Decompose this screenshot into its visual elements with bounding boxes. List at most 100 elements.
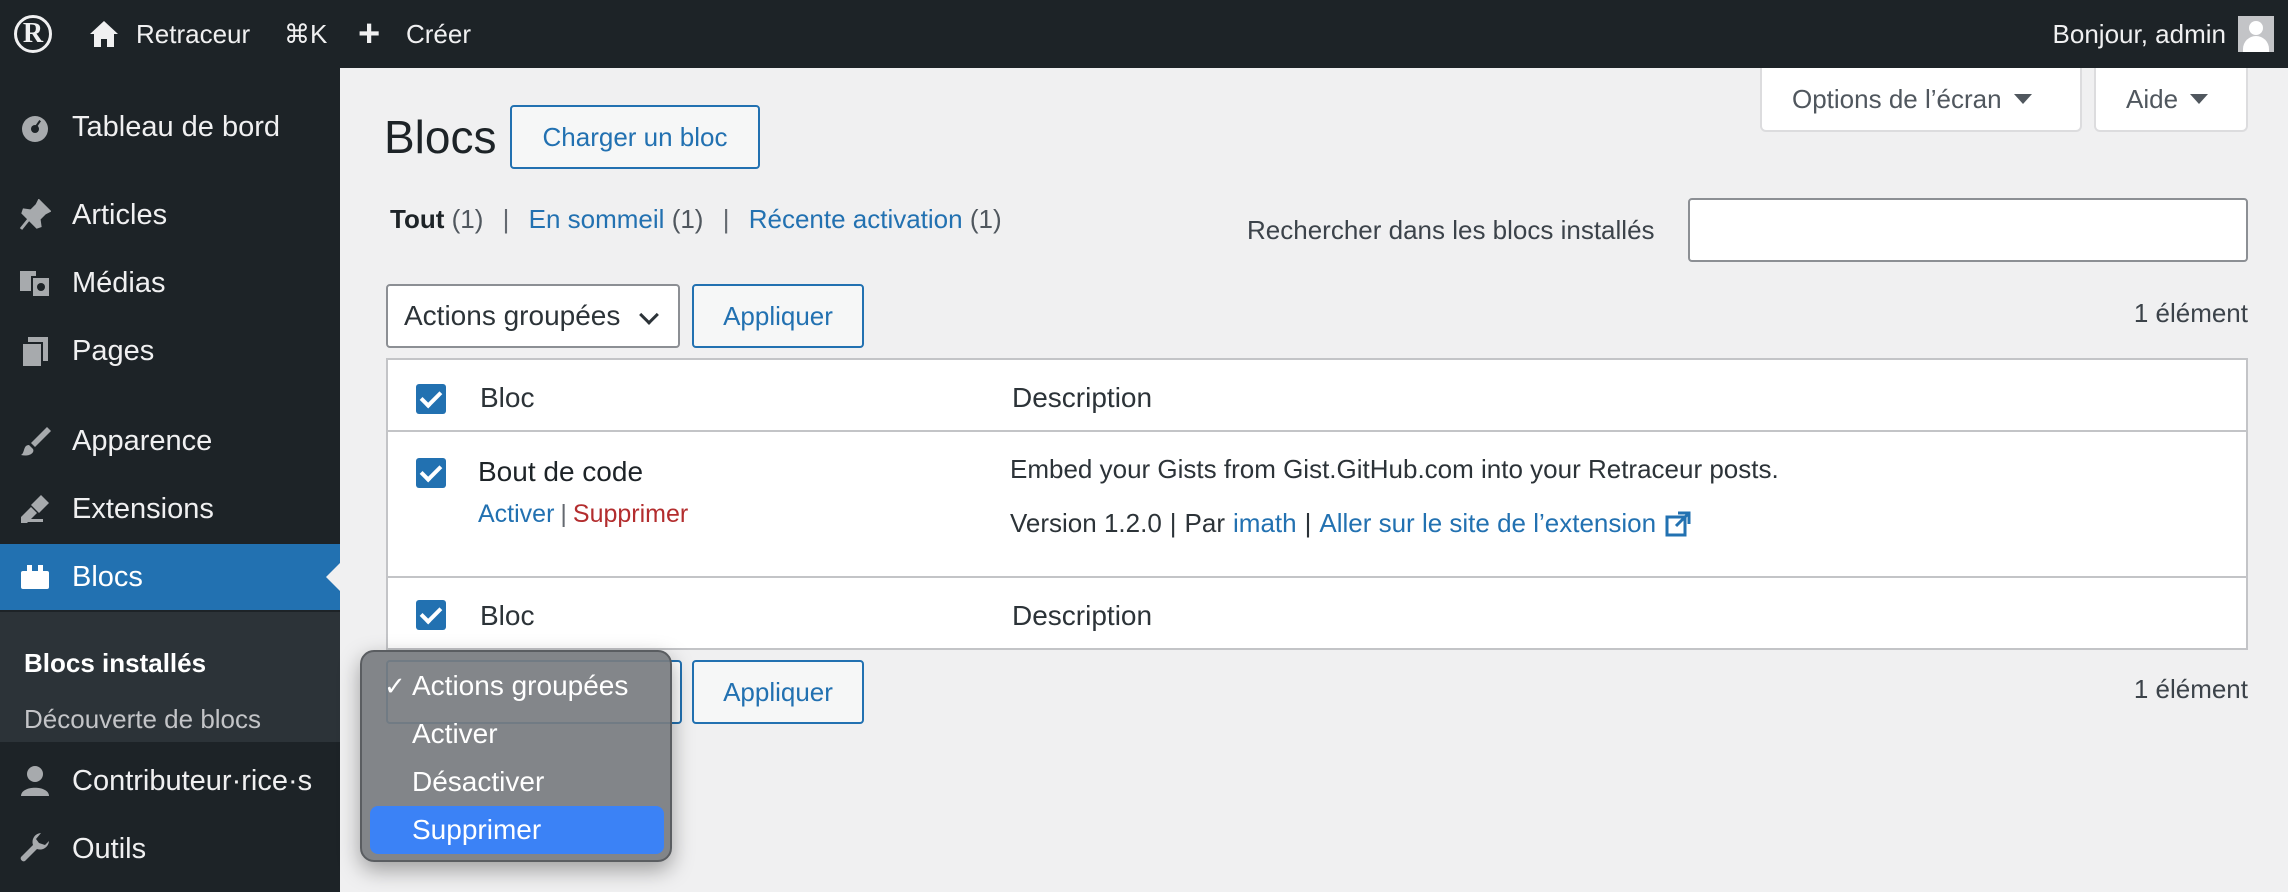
- dropdown-option-delete[interactable]: Supprimer: [370, 806, 664, 854]
- option-label: Activer: [412, 718, 498, 749]
- sidebar-item-label: Blocs: [72, 560, 143, 593]
- media-icon: [18, 266, 52, 300]
- site-logo-icon[interactable]: R: [14, 0, 56, 68]
- by-label: Par: [1184, 508, 1226, 538]
- status-filters: Tout (1) | En sommeil (1) | Récente acti…: [390, 204, 1002, 235]
- chevron-down-icon: [639, 305, 659, 325]
- filter-recent-count: (1): [969, 204, 1002, 234]
- avatar[interactable]: [2238, 16, 2274, 52]
- items-count-bottom: 1 élément: [2133, 674, 2248, 704]
- block-description: Embed your Gists from Gist.GitHub.com in…: [1010, 454, 1779, 484]
- screen-options-button[interactable]: Options de l’écran: [1760, 68, 2082, 132]
- plugin-site-link[interactable]: Aller sur le site de l’extension: [1319, 508, 1656, 539]
- dropdown-option-deactivate[interactable]: Désactiver: [370, 758, 664, 806]
- option-label: Supprimer: [412, 814, 542, 845]
- column-footer-description: Description: [1012, 600, 1153, 631]
- blocks-icon: [18, 560, 52, 594]
- search-input[interactable]: [1688, 198, 2248, 262]
- home-icon[interactable]: [88, 0, 120, 68]
- command-palette-shortcut[interactable]: ⌘K: [284, 0, 327, 68]
- dashboard-icon: [18, 110, 52, 144]
- bulk-actions-value: Actions groupées: [404, 300, 621, 331]
- sidebar-item-label: Pages: [72, 334, 155, 367]
- option-label: Désactiver: [412, 766, 545, 797]
- filter-inactive-count: (1): [671, 204, 704, 234]
- screen-options-label: Options de l’écran: [1792, 83, 2002, 114]
- apply-button-bottom[interactable]: Appliquer: [692, 660, 864, 724]
- wrench-icon: [18, 832, 52, 866]
- brush-icon: [18, 424, 52, 458]
- current-indicator: [326, 563, 340, 591]
- sidebar-item-articles[interactable]: Articles: [0, 182, 340, 248]
- row-divider: [388, 576, 2246, 578]
- site-name-link[interactable]: Retraceur: [136, 0, 250, 68]
- sidebar-item-appearance[interactable]: Apparence: [0, 408, 340, 474]
- upload-block-button[interactable]: Charger un bloc: [510, 105, 760, 169]
- submenu-installed-blocks[interactable]: Blocs installés: [24, 648, 206, 679]
- create-menu[interactable]: Créer: [406, 0, 471, 68]
- triangle-down-icon: [2013, 94, 2032, 104]
- block-meta: Version 1.2.0 | Par imath | Aller sur le…: [1010, 508, 1692, 539]
- column-header-description: Description: [1012, 382, 1153, 413]
- sidebar-item-contributors[interactable]: Contributeur·rice·s: [0, 748, 340, 814]
- apply-button-top[interactable]: Appliquer: [692, 284, 864, 348]
- sidebar-item-label: Médias: [72, 266, 166, 299]
- delete-link[interactable]: Supprimer: [573, 500, 688, 528]
- meta-separator: |: [1304, 508, 1312, 538]
- select-all-checkbox-footer[interactable]: [416, 600, 446, 630]
- pages-icon: [18, 334, 52, 368]
- filter-recently-active[interactable]: Récente activation: [749, 204, 963, 234]
- block-version: Version 1.2.0: [1010, 508, 1162, 538]
- row-divider: [388, 430, 2246, 432]
- sidebar-item-blocks[interactable]: Blocs: [0, 544, 340, 610]
- sidebar-item-label: Articles: [72, 198, 168, 231]
- column-header-block[interactable]: Bloc: [480, 382, 534, 414]
- row-actions: Activer | Supprimer: [478, 500, 688, 529]
- filter-inactive[interactable]: En sommeil: [529, 204, 665, 234]
- filter-all-count: (1): [451, 204, 484, 234]
- bulk-actions-select-top[interactable]: Actions groupées: [386, 284, 680, 348]
- sidebar-item-tools[interactable]: Outils: [0, 816, 340, 882]
- dropdown-option-activate[interactable]: Activer: [370, 710, 664, 758]
- filter-separator: |: [502, 204, 510, 234]
- sidebar-item-label: Contributeur·rice·s: [72, 764, 313, 797]
- items-count-top: 1 élément: [2133, 298, 2248, 328]
- help-button[interactable]: Aide: [2094, 68, 2248, 132]
- author-link[interactable]: imath: [1233, 508, 1297, 539]
- submenu-discover-blocks[interactable]: Découverte de blocs: [24, 704, 261, 735]
- block-name: Bout de code: [478, 456, 644, 487]
- sidebar-item-label: Extensions: [72, 492, 214, 525]
- search-label: Rechercher dans les blocs installés: [1247, 215, 1655, 245]
- blocks-submenu: Blocs installés Découverte de blocs: [0, 612, 340, 742]
- plus-icon[interactable]: +: [358, 0, 380, 68]
- external-link-icon[interactable]: [1664, 510, 1692, 538]
- bulk-actions-dropdown: ✓ Actions groupées Activer Désactiver Su…: [360, 650, 672, 862]
- admin-bar: R Retraceur ⌘K + Créer Bonjour, admin: [0, 0, 2288, 68]
- sidebar-item-dashboard[interactable]: Tableau de bord: [0, 94, 340, 160]
- admin-sidebar: Tableau de bord Articles Médias Pages Ap…: [0, 68, 340, 892]
- triangle-down-icon: [2190, 94, 2209, 104]
- action-separator: |: [560, 500, 567, 528]
- page-title: Blocs: [384, 111, 497, 163]
- blocks-table: Bloc Description Bout de code Activer | Su…: [386, 358, 2248, 650]
- sidebar-item-pages[interactable]: Pages: [0, 318, 340, 384]
- pin-icon: [18, 198, 52, 232]
- checkmark-icon: ✓: [384, 670, 406, 701]
- option-label: Actions groupées: [412, 670, 629, 701]
- meta-separator: |: [1169, 508, 1177, 538]
- sidebar-item-media[interactable]: Médias: [0, 250, 340, 316]
- sidebar-item-label: Tableau de bord: [72, 110, 280, 143]
- sidebar-item-label: Apparence: [72, 424, 213, 457]
- column-footer-block[interactable]: Bloc: [480, 600, 534, 632]
- sidebar-item-extensions[interactable]: Extensions: [0, 476, 340, 542]
- filter-separator: |: [722, 204, 730, 234]
- select-all-checkbox[interactable]: [416, 384, 446, 414]
- account-greeting[interactable]: Bonjour, admin: [2053, 0, 2226, 68]
- dropdown-option-bulk-actions[interactable]: ✓ Actions groupées: [370, 662, 664, 710]
- user-icon: [18, 764, 52, 798]
- plugin-icon: [18, 492, 52, 526]
- filter-all[interactable]: Tout: [390, 204, 444, 234]
- activate-link[interactable]: Activer: [478, 500, 554, 528]
- help-label: Aide: [2126, 83, 2179, 114]
- row-checkbox[interactable]: [416, 458, 446, 488]
